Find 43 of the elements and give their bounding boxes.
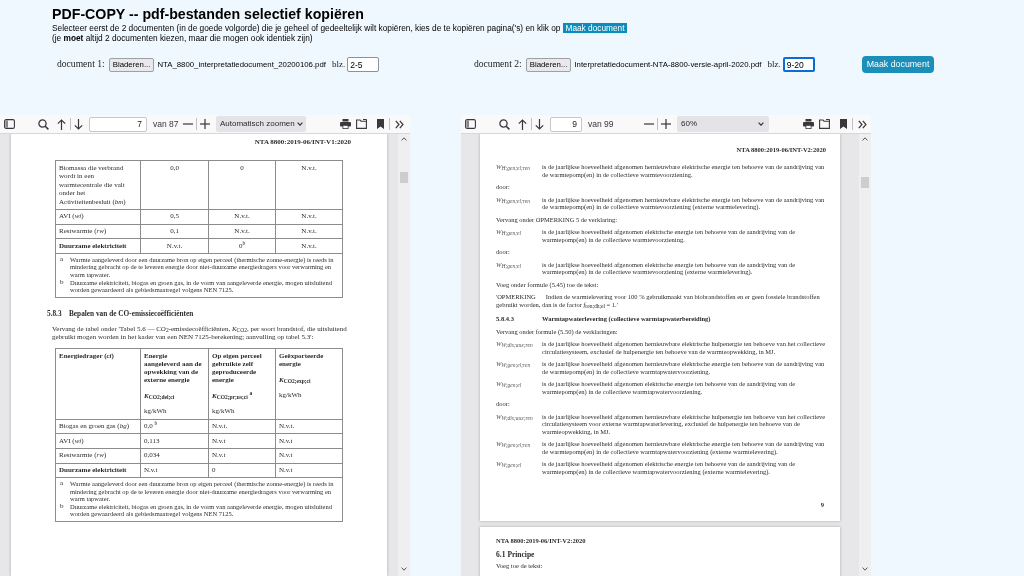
- make-document-button[interactable]: Maak document: [861, 56, 935, 73]
- scrollbar-thumb[interactable]: [400, 172, 408, 183]
- zoom-select[interactable]: 60%: [677, 116, 769, 132]
- double-chevron-icon[interactable]: [858, 119, 867, 129]
- bookmark-icon[interactable]: [840, 119, 847, 129]
- zoom-in-icon[interactable]: [661, 119, 671, 129]
- instruction-text: Selecteer eerst de 2 documenten (in de goede volgorde) die je geheel of gedeeltelijk wilt kopiëren, kies de te kopiëren pagina('s) en klik op: [52, 23, 561, 33]
- arrow-down-icon[interactable]: [74, 118, 83, 130]
- page-count: van 99: [588, 117, 614, 131]
- chevron-down-icon[interactable]: [862, 567, 868, 571]
- chevron-down-icon[interactable]: [401, 567, 407, 571]
- folder-icon[interactable]: [819, 119, 830, 129]
- bookmark-icon[interactable]: [377, 119, 384, 129]
- highlighted-text: Maak document: [563, 23, 627, 33]
- pages-label: blz.: [331, 57, 346, 71]
- folder-icon[interactable]: [356, 119, 367, 129]
- note-text: (je moet altijd 2 documenten kiezen, maar die mogen ook identiek zijn): [52, 33, 313, 43]
- sidebar-toggle-icon[interactable]: [4, 119, 15, 129]
- pages-label: blz.: [767, 57, 781, 71]
- chevron-up-icon[interactable]: [401, 137, 407, 141]
- zoom-in-icon[interactable]: [200, 119, 210, 129]
- scrollbar-thumb[interactable]: [861, 177, 869, 188]
- chevron-up-icon[interactable]: [862, 137, 868, 141]
- search-icon[interactable]: [38, 118, 49, 130]
- pages-field[interactable]: 2-5: [347, 57, 380, 72]
- page-number-field[interactable]: 9: [550, 116, 582, 132]
- page-count: van 87: [153, 117, 179, 131]
- chevron-down-icon: [296, 122, 303, 126]
- page-title: PDF-COPY -- pdf-bestanden selectief kopiëren: [52, 5, 364, 23]
- pages-field[interactable]: 9-20: [782, 57, 815, 72]
- printer-icon[interactable]: [340, 119, 351, 129]
- document-label: document 2:: [474, 57, 522, 72]
- search-icon[interactable]: [499, 118, 510, 130]
- printer-icon[interactable]: [803, 119, 814, 129]
- chevron-down-icon: [758, 122, 764, 126]
- arrow-up-icon[interactable]: [57, 118, 66, 130]
- double-chevron-icon[interactable]: [395, 119, 404, 129]
- sidebar-toggle-icon[interactable]: [465, 119, 476, 129]
- document-label: document 1:: [57, 57, 105, 72]
- zoom-select[interactable]: Automatisch zoomen: [216, 116, 306, 132]
- page-number-field[interactable]: 7: [89, 116, 147, 132]
- arrow-up-icon[interactable]: [518, 118, 527, 130]
- arrow-down-icon[interactable]: [535, 118, 544, 130]
